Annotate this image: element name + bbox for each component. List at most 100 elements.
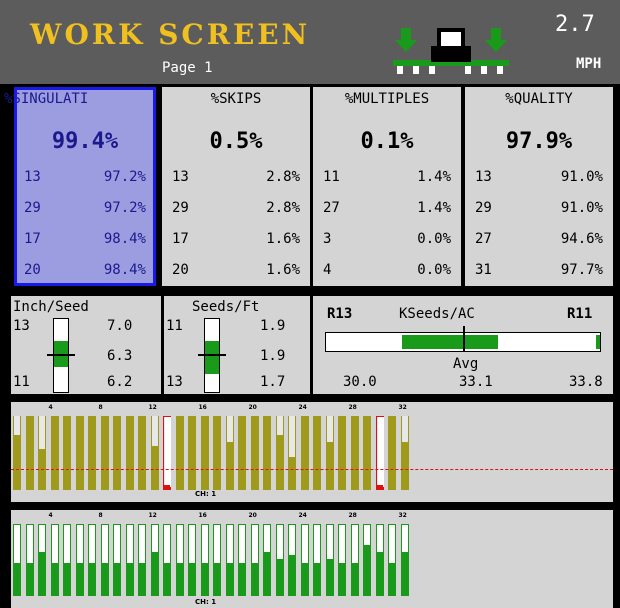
row-bar (163, 416, 171, 490)
row-bar (175, 416, 184, 490)
alert-marker (376, 485, 383, 489)
row-bar (275, 416, 284, 490)
kseeds-per-acre-panel[interactable]: R13 KSeeds/AC R11 Avg 30.0 33.1 33.8 (313, 296, 613, 394)
speed-value: 2.7 (555, 12, 595, 37)
list-item: 27 1.4% (323, 200, 451, 216)
panel-title: %MULTIPLES (344, 91, 430, 107)
row-bar (388, 524, 396, 596)
page-indicator[interactable]: Page 1 (162, 60, 213, 76)
row-fill (164, 563, 170, 595)
row-fill (126, 563, 133, 595)
row-bar (400, 416, 409, 490)
row-fill (151, 552, 158, 595)
target-line (11, 469, 613, 470)
row-bar (175, 524, 184, 596)
row-bars (11, 524, 421, 596)
row-gap (165, 417, 171, 487)
list-item: 29 91.0% (475, 200, 603, 216)
row-bar (338, 524, 346, 596)
gauge-marker (47, 354, 75, 356)
row-bar (213, 524, 221, 596)
list-item: 4 0.0% (323, 262, 451, 278)
quality-panel[interactable]: %QUALITY 97.9% 13 91.0% 29 91.0% 27 94.6% 3… (465, 87, 613, 286)
row-gap (289, 416, 295, 457)
row-bar (288, 524, 296, 596)
range-fill (402, 335, 498, 349)
bottom-row-label: 11 (13, 374, 30, 390)
channel-label: CH: 1 (195, 598, 217, 606)
row-number-label: 16 (198, 512, 207, 519)
top-value: 1.9 (260, 318, 286, 334)
row-bar (88, 524, 96, 596)
row-bar (13, 524, 21, 596)
row-bar (50, 524, 59, 596)
row-bar (275, 524, 284, 596)
row-bar (263, 524, 271, 596)
seeds-per-foot-panel[interactable]: Seeds/Ft 11 1.9 1.9 13 1.7 (164, 296, 310, 394)
row-bar (200, 524, 209, 596)
row-number-label: 8 (98, 512, 103, 519)
row-fill (289, 555, 295, 595)
row-bar (38, 416, 46, 490)
row-number-label: 4 (48, 404, 53, 411)
row-bar (263, 416, 271, 490)
row-bar (200, 416, 209, 490)
list-item: 13 91.0% (475, 169, 603, 185)
row-fill (89, 563, 95, 595)
panel-value: 0.1% (360, 129, 414, 154)
skips-panel[interactable]: %SKIPS 0.5% 13 2.8% 29 2.8% 17 1.6% 20 1.6% (162, 87, 310, 286)
row-fill (376, 552, 383, 595)
row-population-strip[interactable]: 4 8 12 16 20 24 28 32 CH: 1 (11, 510, 613, 608)
avg-label: Avg (453, 356, 479, 372)
row-fill (201, 563, 208, 595)
low-row-label: R13 (327, 306, 353, 322)
top-row-label: 11 (166, 318, 183, 334)
row-bar (313, 524, 321, 596)
row-singulation-strip[interactable]: 4 8 12 16 20 24 28 32 CH: 1 (11, 402, 613, 502)
list-item: 11 1.4% (323, 169, 451, 185)
max-value: 33.8 (569, 374, 603, 390)
row-bar (188, 524, 196, 596)
row-bar (50, 416, 59, 490)
alert-marker (164, 485, 170, 489)
multiples-panel[interactable]: %MULTIPLES 0.1% 11 1.4% 27 1.4% 3 0.0% 4 0.0… (313, 87, 461, 286)
bottom-value: 1.7 (260, 374, 286, 390)
row-fill (189, 563, 195, 595)
row-bar (338, 416, 346, 490)
row-fill (276, 559, 283, 595)
row-bar (350, 416, 359, 490)
row-gap (226, 416, 233, 442)
row-fill (401, 552, 408, 595)
row-bar (163, 524, 171, 596)
row-bar (188, 416, 196, 490)
selection-border (14, 87, 156, 286)
row-fill (139, 563, 145, 595)
row-fill (101, 563, 108, 595)
row-bar (100, 416, 109, 490)
panel-title: %SKIPS (210, 91, 262, 107)
gauge-marker (198, 354, 226, 356)
row-bar (250, 524, 259, 596)
row-number-label: 28 (348, 512, 357, 519)
row-bar (138, 416, 146, 490)
row-fill (239, 563, 245, 595)
avg-value: 1.9 (260, 348, 286, 364)
range-end-fill (596, 335, 600, 349)
inch-per-seed-panel[interactable]: Inch/Seed 13 7.0 6.3 11 6.2 (11, 296, 161, 394)
channel-label: CH: 1 (195, 490, 217, 498)
row-number-label: 4 (48, 512, 53, 519)
row-bar (88, 416, 96, 490)
row-bar (363, 524, 371, 596)
list-item: 13 2.8% (172, 169, 300, 185)
row-fill (339, 563, 345, 595)
row-bar (300, 524, 309, 596)
row-number-label: 12 (148, 404, 157, 411)
row-bar (63, 524, 71, 596)
bottom-value: 6.2 (107, 374, 133, 390)
row-bar (150, 524, 159, 596)
row-bar (325, 524, 334, 596)
row-fill (214, 563, 220, 595)
panel-title: Inch/Seed (13, 299, 89, 315)
row-bar (238, 416, 246, 490)
row-number-label: 20 (248, 404, 257, 411)
